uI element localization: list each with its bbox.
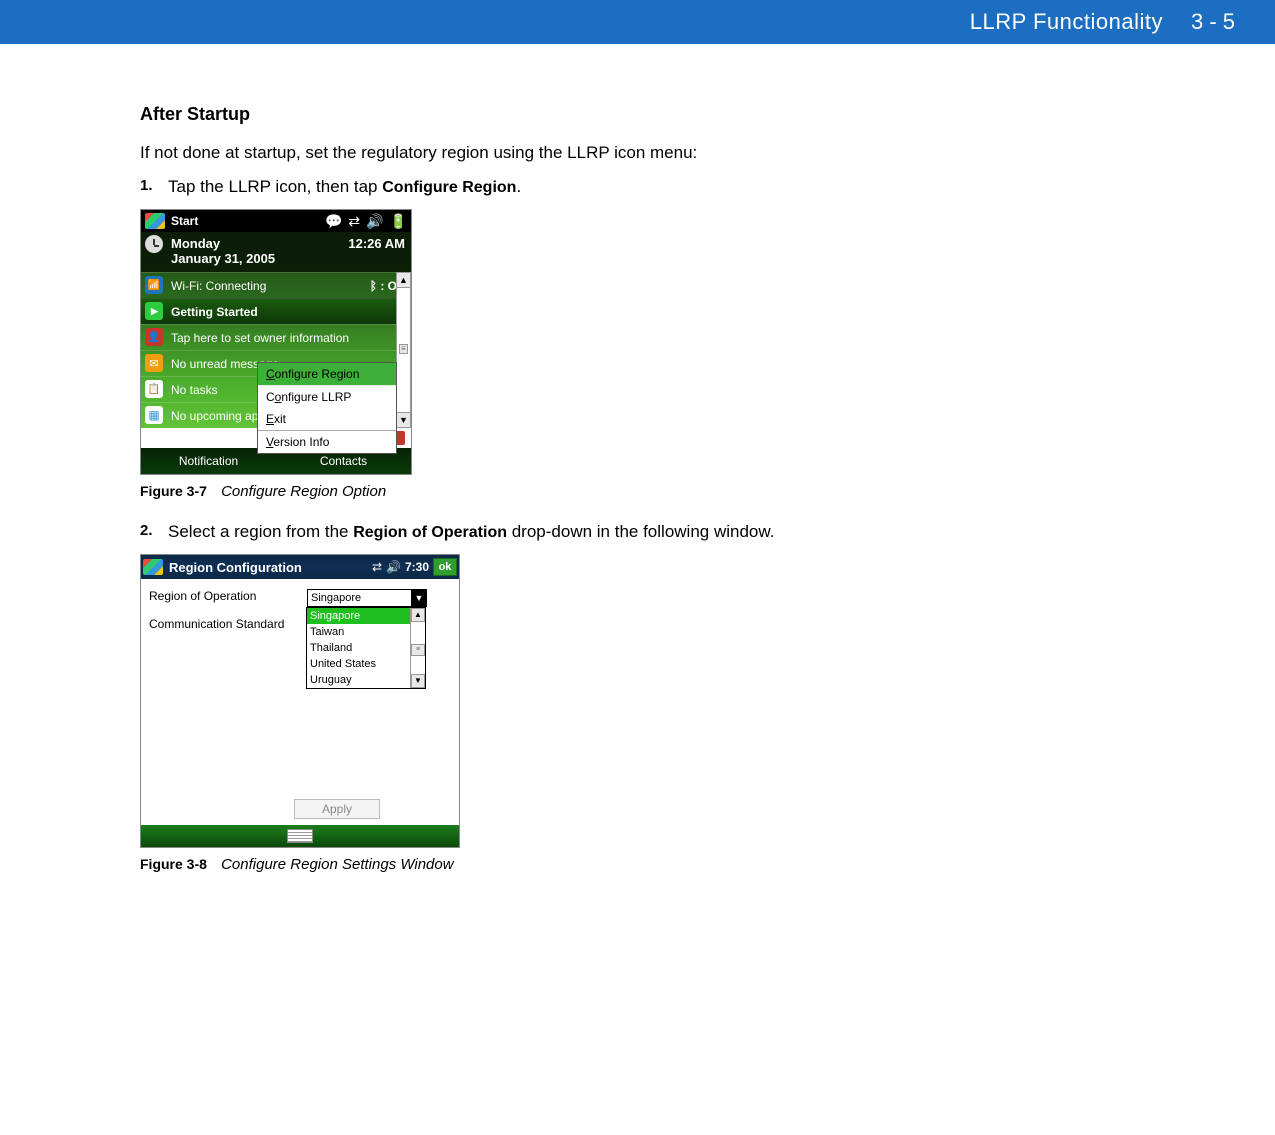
region-combobox-value: Singapore xyxy=(307,589,427,607)
keyboard-icon[interactable] xyxy=(287,829,313,843)
wm-title-bar: Region Configuration ⇄ 🔊 7:30 ok xyxy=(141,555,459,579)
tasks-text: No tasks xyxy=(171,383,218,397)
connectivity-icon: ⇄ xyxy=(372,560,382,574)
step-number: 2. xyxy=(140,522,168,542)
menu-exit[interactable]: Exit xyxy=(258,408,396,430)
calendar-icon xyxy=(145,406,163,424)
header-title: LLRP Functionality xyxy=(970,9,1163,35)
step1-pre: Tap the LLRP icon, then tap xyxy=(168,177,382,196)
apply-button[interactable]: Apply xyxy=(294,799,380,819)
scroll-thumb[interactable] xyxy=(399,344,408,354)
scroll-up-arrow-icon[interactable]: ▲ xyxy=(411,608,425,622)
day-of-week: Monday xyxy=(171,236,348,251)
step2-post: drop-down in the following window. xyxy=(507,522,774,541)
region-combobox[interactable]: Singapore ▼ xyxy=(307,589,427,607)
chat-bubble-icon: 💬 xyxy=(325,213,342,230)
wifi-status: Wi-Fi: Connecting xyxy=(171,279,266,293)
getting-started-row[interactable]: Getting Started xyxy=(141,298,411,324)
wifi-icon xyxy=(145,276,163,294)
region-option-uruguay[interactable]: Uruguay xyxy=(307,672,410,688)
step-2: 2. Select a region from the Region of Op… xyxy=(140,522,1135,542)
figure-3-7-caption: Figure 3-7 Configure Region Option xyxy=(140,483,1135,500)
fig37-text: Configure Region Option xyxy=(221,483,386,500)
owner-icon xyxy=(145,328,163,346)
wifi-row[interactable]: Wi-Fi: Connecting ᛒ : Off xyxy=(141,272,411,298)
scroll-track[interactable] xyxy=(396,288,411,412)
fig37-label: Figure 3-7 xyxy=(140,483,207,499)
start-label: Start xyxy=(171,214,198,228)
title-time: 7:30 xyxy=(405,560,429,574)
figure-3-7-screenshot: Start 💬 ⇄ 🔊 🔋 Monday January 31, 2005 12… xyxy=(140,209,412,475)
menu-configure-region[interactable]: Configure Region xyxy=(258,363,396,386)
menu-version-info[interactable]: Version Info xyxy=(258,430,396,453)
ok-button[interactable]: ok xyxy=(433,558,457,576)
region-option-taiwan[interactable]: Taiwan xyxy=(307,624,410,640)
windows-flag-icon xyxy=(145,213,165,229)
region-dropdown-list: Singapore Taiwan Thailand United States … xyxy=(306,607,426,689)
getting-started-label: Getting Started xyxy=(171,305,258,319)
owner-info-row[interactable]: Tap here to set owner information xyxy=(141,324,411,350)
comm-label: Communication Standard xyxy=(149,617,307,631)
bluetooth-icon: ᛒ xyxy=(370,279,377,293)
figure-3-8-caption: Figure 3-8 Configure Region Settings Win… xyxy=(140,856,1135,873)
dropdown-scrollbar[interactable]: ▲ ▼ xyxy=(410,608,425,688)
fig38-text: Configure Region Settings Window xyxy=(221,856,454,873)
play-icon xyxy=(145,302,163,320)
scroll-thumb[interactable] xyxy=(411,644,425,656)
figure-3-8-screenshot: Region Configuration ⇄ 🔊 7:30 ok Region … xyxy=(140,554,460,848)
scroll-down-arrow-icon[interactable]: ▼ xyxy=(411,674,425,688)
softkey-left[interactable]: Notification xyxy=(141,454,276,468)
region-label: Region of Operation xyxy=(149,589,307,603)
bottom-bar xyxy=(141,825,459,847)
step1-post: . xyxy=(516,177,521,196)
chevron-down-icon[interactable]: ▼ xyxy=(411,589,427,607)
step-text: Select a region from the Region of Opera… xyxy=(168,522,1135,542)
region-field-row: Region of Operation Singapore ▼ xyxy=(149,589,451,607)
page-header: LLRP Functionality 3 - 5 xyxy=(0,0,1275,44)
time-value: 12:26 AM xyxy=(348,236,405,266)
step-number: 1. xyxy=(140,177,168,197)
date-value: January 31, 2005 xyxy=(171,251,348,266)
section-heading: After Startup xyxy=(140,104,1135,125)
tasks-icon xyxy=(145,380,163,398)
header-page-number: 3 - 5 xyxy=(1191,9,1235,35)
step2-pre: Select a region from the xyxy=(168,522,353,541)
step-1: 1. Tap the LLRP icon, then tap Configure… xyxy=(140,177,1135,197)
window-title: Region Configuration xyxy=(169,560,372,575)
clock-icon xyxy=(145,235,163,253)
intro-paragraph: If not done at startup, set the regulato… xyxy=(140,143,1135,163)
menu-configure-llrp[interactable]: Configure LLRP xyxy=(258,386,396,408)
llrp-context-menu: Configure Region Configure LLRP Exit Ver… xyxy=(257,362,397,454)
status-icons: 💬 ⇄ 🔊 🔋 xyxy=(325,213,407,230)
fig38-label: Figure 3-8 xyxy=(140,856,207,872)
step-text: Tap the LLRP icon, then tap Configure Re… xyxy=(168,177,1135,197)
windows-flag-icon[interactable] xyxy=(143,559,163,575)
today-scrollbar[interactable]: ▲ ▼ xyxy=(396,272,411,428)
speaker-icon: 🔊 xyxy=(386,560,401,574)
battery-icon: 🔋 xyxy=(390,213,407,230)
wm-start-bar[interactable]: Start 💬 ⇄ 🔊 🔋 xyxy=(141,210,411,232)
region-option-thailand[interactable]: Thailand xyxy=(307,640,410,656)
date-time-panel[interactable]: Monday January 31, 2005 12:26 AM xyxy=(141,232,411,272)
step1-bold: Configure Region xyxy=(382,179,516,196)
page-content: After Startup If not done at startup, se… xyxy=(0,44,1275,873)
scroll-down-arrow-icon[interactable]: ▼ xyxy=(396,412,411,428)
scroll-up-arrow-icon[interactable]: ▲ xyxy=(396,272,411,288)
mail-icon xyxy=(145,354,163,372)
region-option-singapore[interactable]: Singapore xyxy=(307,608,410,624)
region-option-united-states[interactable]: United States xyxy=(307,656,410,672)
step2-bold: Region of Operation xyxy=(353,524,507,541)
speaker-icon: 🔊 xyxy=(366,213,383,230)
scroll-track[interactable] xyxy=(411,622,425,674)
owner-text: Tap here to set owner information xyxy=(171,331,349,345)
connectivity-icon: ⇄ xyxy=(348,213,360,230)
region-config-body: Region of Operation Singapore ▼ Communic… xyxy=(141,579,459,825)
softkey-right[interactable]: Contacts xyxy=(276,454,411,468)
title-bar-icons: ⇄ 🔊 7:30 xyxy=(372,560,429,574)
